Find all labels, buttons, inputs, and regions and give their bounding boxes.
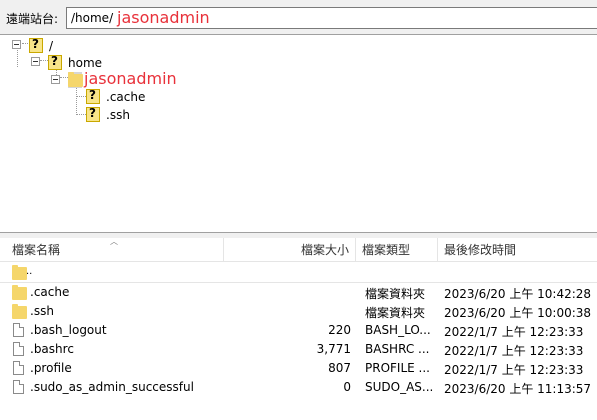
remote-directory-tree: / home jasonadmin .cache .ssh [0,34,597,232]
file-icon [13,323,24,337]
file-modified: 2022/1/7 上午 12:23:33 [444,344,584,358]
file-size: 220 [328,323,351,337]
tree-label-home: home [68,56,103,70]
file-type: PROFILE ... [365,361,430,375]
file-modified: 2023/6/20 上午 11:13:57 [444,382,592,396]
remote-file-list: ︿ 檔案名稱 檔案大小 檔案類型 最後修改時間 .. .cache 檔案資料夾 … [0,237,597,420]
remote-site-label: 遠端站台: [6,12,59,26]
file-modified: 2023/6/20 上午 10:00:38 [444,306,592,320]
file-name: .bashrc [30,342,74,356]
collapse-icon[interactable] [12,40,21,49]
remote-site-bar: 遠端站台: /home/ jasonadmin [0,0,597,34]
tree-node-root[interactable]: / [12,37,72,54]
column-header-name[interactable]: 檔案名稱 [6,238,224,262]
unknown-folder-icon [86,106,100,122]
file-icon [13,361,24,375]
parent-dir-label: .. [26,266,33,277]
tree-label-cache: .cache [106,90,146,104]
collapse-icon[interactable] [51,75,60,84]
file-modified: 2022/1/7 上午 12:23:33 [444,325,584,339]
file-type: 檔案資料夾 [365,287,426,301]
file-name: .sudo_as_admin_successful [30,380,194,394]
file-name: .ssh [30,304,54,318]
file-name: .cache [30,285,70,299]
tree-label-ssh: .ssh [106,108,130,122]
table-row[interactable]: .sudo_as_admin_successful 0 SUDO_AS... 2… [0,378,597,397]
folder-icon [12,304,27,319]
file-modified: 2022/1/7 上午 12:23:33 [444,363,584,377]
list-item-parent[interactable]: .. [0,264,597,283]
column-header-modified[interactable]: 最後修改時間 [438,238,597,262]
tree-node-ssh[interactable]: .ssh [86,106,156,123]
tree-label-root: / [49,39,54,53]
column-header-type[interactable]: 檔案類型 [356,238,438,262]
table-row[interactable]: .ssh 檔案資料夾 2023/6/20 上午 10:00:38 [0,302,597,321]
path-username-redaction: jasonadmin [117,8,210,27]
file-icon [13,380,24,394]
tree-node-cache[interactable]: .cache [86,88,156,105]
file-size: 3,771 [316,342,351,356]
file-icon [13,342,24,356]
file-modified: 2023/6/20 上午 10:42:28 [444,287,592,301]
table-row[interactable]: .cache 檔案資料夾 2023/6/20 上午 10:42:28 [0,283,597,302]
table-row[interactable]: .bash_logout 220 BASH_LO... 2022/1/7 上午 … [0,321,597,340]
collapse-icon[interactable] [31,57,40,66]
file-type: BASH_LO... [365,323,431,337]
table-row[interactable]: .profile 807 PROFILE ... 2022/1/7 上午 12:… [0,359,597,378]
unknown-folder-icon [48,54,62,70]
path-prefix: /home/ [71,11,114,25]
folder-icon [68,72,83,87]
tree-connector [76,85,77,115]
file-name: .bash_logout [30,323,107,337]
tree-connector [76,114,86,115]
folder-icon [12,265,27,280]
remote-path-input[interactable]: /home/ jasonadmin [66,7,597,29]
file-type: SUDO_AS... [365,380,434,394]
file-type: 檔案資料夾 [365,306,426,320]
folder-icon [12,285,27,300]
tree-connector [76,96,86,97]
tree-label-user-redaction: jasonadmin [84,69,177,88]
unknown-folder-icon [86,88,100,104]
list-header: ︿ 檔案名稱 檔案大小 檔案類型 最後修改時間 [0,237,597,262]
file-size: 0 [343,380,351,394]
file-name: .profile [30,361,72,375]
file-type: BASHRC ... [365,342,430,356]
tree-node-user[interactable]: jasonadmin [51,69,181,88]
table-row[interactable]: .bashrc 3,771 BASHRC ... 2022/1/7 上午 12:… [0,340,597,359]
unknown-folder-icon [29,37,43,53]
column-header-size[interactable]: 檔案大小 [224,238,356,262]
file-size: 807 [328,361,351,375]
